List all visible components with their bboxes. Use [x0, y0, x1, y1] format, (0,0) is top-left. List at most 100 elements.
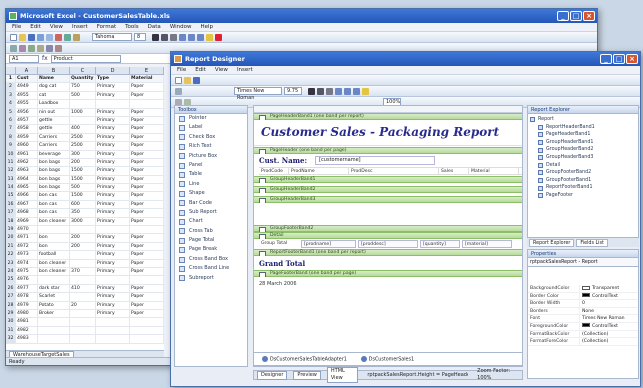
font-size-select[interactable]: 9.75: [284, 87, 302, 95]
table-cell[interactable]: [130, 326, 164, 335]
table-cell[interactable]: 4965: [16, 184, 38, 192]
table-cell[interactable]: [70, 276, 96, 284]
table-cell[interactable]: bon bags: [38, 167, 70, 175]
underline-icon[interactable]: [326, 87, 333, 95]
tree-node[interactable]: GroupHeaderBand3: [530, 154, 638, 162]
table-cell[interactable]: Paper: [130, 116, 164, 125]
table-cell[interactable]: [70, 116, 96, 125]
property-row[interactable]: Border Color ControlText: [528, 292, 638, 301]
menu-insert[interactable]: Insert: [72, 23, 88, 31]
tree-node[interactable]: GroupHeaderBand1: [530, 139, 638, 147]
print-icon[interactable]: [37, 33, 44, 41]
align-right-icon[interactable]: [353, 87, 360, 95]
band-page-header[interactable]: PageHeader (one band per page): [254, 147, 522, 155]
table-cell[interactable]: bon cleaner: [38, 267, 70, 276]
table-cell[interactable]: beverage: [38, 150, 70, 158]
table-cell[interactable]: 600: [70, 200, 96, 209]
table-cell[interactable]: 500: [70, 184, 96, 192]
table-cell[interactable]: Paper: [130, 167, 164, 175]
table-cell[interactable]: Primary: [96, 200, 130, 209]
table-cell[interactable]: bon cas: [38, 192, 70, 200]
row-number[interactable]: 19: [6, 226, 16, 234]
table-cell[interactable]: [130, 226, 164, 234]
row-number[interactable]: 32: [6, 335, 16, 343]
table-cell[interactable]: Paper: [130, 91, 164, 100]
table-cell[interactable]: Paper: [130, 217, 164, 226]
italic-icon[interactable]: [317, 87, 324, 95]
table-cell[interactable]: Primary: [96, 158, 130, 167]
fill-color-icon[interactable]: [362, 87, 369, 95]
table-cell[interactable]: Primary: [96, 142, 130, 150]
toolbox-item[interactable]: Check Box: [175, 133, 247, 142]
band-report-footer[interactable]: ReportFooterBand1 (one band per report): [254, 249, 522, 257]
close-button[interactable]: ×: [583, 11, 595, 21]
row-number[interactable]: 26: [6, 284, 16, 293]
row-number[interactable]: 24: [6, 267, 16, 276]
table-cell[interactable]: bon cas: [38, 209, 70, 217]
table-cell[interactable]: Paper: [130, 267, 164, 276]
table-cell[interactable]: 20: [70, 301, 96, 309]
table-cell[interactable]: dark star: [38, 284, 70, 293]
table-cell[interactable]: Primary: [96, 184, 130, 192]
table-cell[interactable]: 400: [70, 125, 96, 133]
column-header[interactable]: E: [130, 67, 164, 74]
report-design-surface[interactable]: PageHeaderBand1 (one band per report) Cu…: [253, 105, 523, 367]
toolbox-item[interactable]: Pointer: [175, 114, 247, 123]
row-number[interactable]: 29: [6, 309, 16, 318]
menu-data[interactable]: Data: [148, 23, 161, 31]
table-cell[interactable]: 1500: [70, 167, 96, 175]
toolbox-item[interactable]: Bar Code: [175, 199, 247, 208]
band-group-header-1[interactable]: GroupHeaderBand1: [254, 176, 522, 184]
table-cell[interactable]: Potato: [38, 301, 70, 309]
toolbox-item[interactable]: Chart: [175, 217, 247, 226]
table-cell[interactable]: [70, 251, 96, 259]
bold-icon[interactable]: [152, 33, 159, 41]
table-cell[interactable]: [70, 100, 96, 108]
toolbox-item[interactable]: Sub Report: [175, 208, 247, 217]
row-number[interactable]: 31: [6, 326, 16, 335]
table-cell[interactable]: bon cleaner: [38, 259, 70, 267]
table-cell[interactable]: Paper: [130, 175, 164, 184]
tab-designer[interactable]: Designer: [257, 370, 288, 380]
table-cell[interactable]: 4967: [16, 200, 38, 209]
row-number[interactable]: 22: [6, 251, 16, 259]
table-cell[interactable]: Name: [38, 75, 70, 83]
row-number[interactable]: 15: [6, 192, 16, 200]
table-cell[interactable]: 4976: [16, 276, 38, 284]
toolbox-item[interactable]: Cross Band Box: [175, 255, 247, 264]
table-cell[interactable]: 4957: [16, 116, 38, 125]
detail-field[interactable]: [proddesc]: [358, 240, 418, 248]
property-row[interactable]: FormatBackColor (Collection): [528, 330, 638, 339]
row-number[interactable]: 11: [6, 158, 16, 167]
table-cell[interactable]: [96, 318, 130, 326]
table-cell[interactable]: Paper: [130, 150, 164, 158]
table-cell[interactable]: bon: [38, 234, 70, 242]
row-number[interactable]: 10: [6, 150, 16, 158]
table-cell[interactable]: Paper: [130, 234, 164, 242]
table-cell[interactable]: Paper: [130, 125, 164, 133]
table-cell[interactable]: 4982: [16, 326, 38, 335]
fill-color-icon[interactable]: [206, 33, 213, 41]
toolbox-item[interactable]: Shape: [175, 189, 247, 198]
row-number[interactable]: 27: [6, 293, 16, 301]
minimize-button[interactable]: _: [600, 54, 612, 64]
row-number[interactable]: 16: [6, 200, 16, 209]
sort-desc-icon[interactable]: [28, 44, 35, 52]
band-group-header-2[interactable]: GroupHeaderBand2: [254, 186, 522, 194]
table-cell[interactable]: Loadbox: [38, 100, 70, 108]
table-cell[interactable]: 200: [70, 158, 96, 167]
tree-node[interactable]: Detail: [530, 162, 638, 170]
table-cell[interactable]: Primary: [96, 309, 130, 318]
table-cell[interactable]: [70, 318, 96, 326]
table-cell[interactable]: 4972: [16, 242, 38, 251]
table-cell[interactable]: 200: [70, 234, 96, 242]
property-value[interactable]: Transparent: [580, 285, 619, 292]
row-number[interactable]: 5: [6, 108, 16, 116]
row-number[interactable]: 28: [6, 301, 16, 309]
report-titlebar[interactable]: Report Designer _ □ ×: [171, 52, 640, 66]
header-cell[interactable]: Material: [469, 168, 519, 174]
table-cell[interactable]: gettle: [38, 116, 70, 125]
grand-total-label[interactable]: Grand Total: [259, 259, 305, 268]
drawing-icon[interactable]: [55, 44, 62, 52]
menu-format[interactable]: Format: [97, 23, 116, 31]
